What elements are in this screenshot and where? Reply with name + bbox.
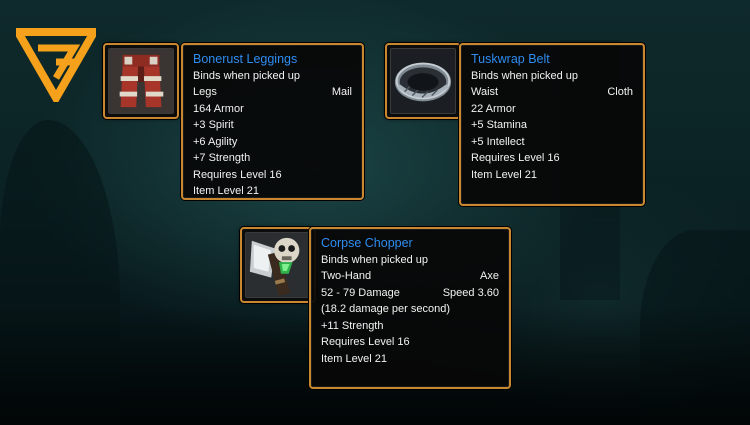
item-stat-line: 22 Armor xyxy=(471,102,516,115)
item-speed: Speed 3.60 xyxy=(442,286,499,299)
item-name: Tuskwrap Belt xyxy=(471,52,550,66)
item-tooltip: Tuskwrap Belt Binds when picked up Waist… xyxy=(459,43,645,206)
item-stat-line: Item Level 21 xyxy=(321,352,388,365)
item-slot-row: Two-Hand Axe xyxy=(321,268,499,285)
item-stat-line: (18.2 damage per second) xyxy=(321,303,451,315)
item-slot-row: Legs Mail xyxy=(193,84,352,101)
item-tooltip: Bonerust Leggings Binds when picked up L… xyxy=(181,43,364,200)
item-damage: 52 - 79 Damage xyxy=(321,286,400,299)
item-slot: Two-Hand xyxy=(321,270,372,282)
item-stat-line: Requires Level 16 xyxy=(471,152,560,164)
item-stat-line: +11 Strength xyxy=(321,319,384,332)
item-name: Bonerust Leggings xyxy=(193,52,298,66)
item-slot: Waist xyxy=(471,86,499,98)
item-tooltip: Corpse Chopper Binds when picked up Two-… xyxy=(309,227,511,389)
item-slot: Legs xyxy=(193,86,217,98)
item-binding: Binds when picked up xyxy=(193,69,301,82)
leggings-icon-frame[interactable] xyxy=(103,43,179,119)
item-stat-line: Item Level 21 xyxy=(471,168,538,181)
item-stat-line: +5 Intellect xyxy=(471,135,525,148)
item-type: Axe xyxy=(480,270,499,282)
item-stat-line: +6 Agility xyxy=(193,135,238,148)
belt-icon-frame[interactable] xyxy=(385,43,461,119)
item-type: Cloth xyxy=(607,86,633,98)
item-stat-line: +5 Stamina xyxy=(471,119,527,131)
item-binding: Binds when picked up xyxy=(321,253,429,266)
item-stat-line: Requires Level 16 xyxy=(193,168,282,181)
item-stat-line: +7 Strength xyxy=(193,152,251,164)
item-stat-line: +3 Spirit xyxy=(193,119,234,131)
item-stat-line: 164 Armor xyxy=(193,102,244,115)
item-type: Mail xyxy=(331,86,352,98)
item-slot-row: Waist Cloth xyxy=(471,84,633,101)
item-stat-line: Item Level 21 xyxy=(193,185,260,197)
item-binding: Binds when picked up xyxy=(471,69,579,82)
item-name: Corpse Chopper xyxy=(321,236,413,250)
item-stat-line: Requires Level 16 xyxy=(321,336,410,348)
leggings-icon xyxy=(109,49,173,113)
skull-axe-icon-frame[interactable] xyxy=(240,227,316,303)
item-damage-row: 52 - 79 Damage Speed 3.60 xyxy=(321,285,499,302)
skull-axe-icon xyxy=(246,233,310,297)
belt-icon xyxy=(391,49,455,113)
site-logo xyxy=(11,26,101,107)
